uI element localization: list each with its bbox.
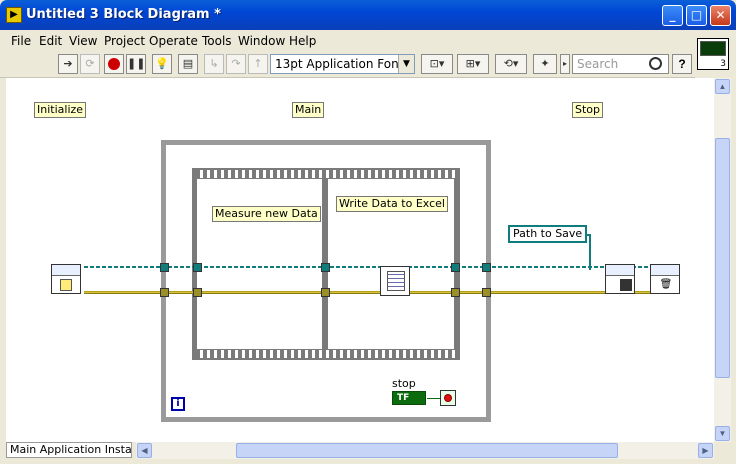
highlight-execution-icon[interactable]: 💡 xyxy=(152,54,172,74)
close-button[interactable]: ✕ xyxy=(710,5,731,26)
label-initialize[interactable]: Initialize xyxy=(34,102,87,118)
subvi-header xyxy=(606,265,634,276)
write-to-spreadsheet-subvi-icon[interactable] xyxy=(380,266,410,296)
file-icon xyxy=(60,279,72,291)
tunnel-loop-right-yellow[interactable] xyxy=(482,288,491,297)
label-main[interactable]: Main xyxy=(292,102,325,118)
horizontal-scrollbar[interactable]: ◀ ▶ xyxy=(136,442,714,459)
iteration-terminal[interactable]: i xyxy=(171,397,185,411)
application-instance-label[interactable]: Main Application Instance xyxy=(6,442,132,458)
sequence-sprocket-top xyxy=(196,170,456,178)
stop-sign-icon xyxy=(444,394,452,402)
reorder-icon[interactable]: ⟲▾ xyxy=(495,54,527,74)
toolbar: ➔ ⟳ ❚❚ 💡 ▤ ↳ ↷ ↑ 13pt Application Font ▼… xyxy=(0,51,695,78)
path-to-save-label: Path to Save xyxy=(513,227,583,240)
path-to-save-control[interactable]: Path to Save xyxy=(508,225,588,243)
path-wire-v xyxy=(589,234,591,270)
abort-icon[interactable] xyxy=(104,54,124,74)
distribute-objects-icon[interactable]: ⊞▾ xyxy=(457,54,489,74)
menu-bar: File Edit View Project Operate Tools Win… xyxy=(0,30,736,51)
scroll-left-icon[interactable]: ◀ xyxy=(137,443,152,458)
block-diagram-canvas[interactable]: Initialize Main Stop Measure new Data Wr… xyxy=(6,78,714,442)
retain-wire-values-icon[interactable]: ▤ xyxy=(178,54,198,74)
horizontal-scroll-thumb[interactable] xyxy=(236,443,618,458)
subvi-header xyxy=(52,265,80,276)
floppy-disk-icon xyxy=(620,279,632,291)
step-into-icon[interactable]: ↳ xyxy=(204,54,224,74)
minimize-button[interactable]: _ xyxy=(662,5,683,26)
menu-tools[interactable]: Tools xyxy=(202,34,232,48)
clean-up-diagram-icon[interactable]: ✦ xyxy=(533,54,557,74)
run-continuously-icon[interactable]: ⟳ xyxy=(80,54,100,74)
vertical-scrollbar[interactable]: ▲ ▼ xyxy=(714,78,731,442)
sequence-sprocket-bottom xyxy=(196,350,456,358)
sequence-frame-1[interactable] xyxy=(197,179,322,349)
scroll-right-icon[interactable]: ▶ xyxy=(698,443,713,458)
window-title: Untitled 3 Block Diagram * xyxy=(26,7,221,22)
tunnel-seq-right-teal[interactable] xyxy=(451,263,460,272)
labview-app-icon: ▶ xyxy=(6,7,22,23)
search-icon xyxy=(649,57,662,70)
label-stop[interactable]: Stop xyxy=(572,102,604,118)
title-bar[interactable]: ▶ Untitled 3 Block Diagram * _ □ ✕ xyxy=(0,0,736,30)
tunnel-seq-right-yellow[interactable] xyxy=(451,288,460,297)
trash-icon: 🗑 xyxy=(659,279,673,290)
step-over-icon[interactable]: ↷ xyxy=(226,54,246,74)
menu-file[interactable]: File xyxy=(11,34,31,48)
chevron-right-icon[interactable]: ▸ xyxy=(560,54,570,74)
scroll-up-icon[interactable]: ▲ xyxy=(715,79,730,94)
menu-window[interactable]: Window xyxy=(238,34,285,48)
tunnel-loop-left-teal[interactable] xyxy=(160,263,169,272)
label-write-data-to-excel[interactable]: Write Data to Excel xyxy=(336,196,448,212)
maximize-button[interactable]: □ xyxy=(686,5,707,26)
chevron-down-icon: ▼ xyxy=(398,55,414,73)
save-file-subvi-icon[interactable] xyxy=(605,264,635,294)
stop-boolean-terminal[interactable]: TF xyxy=(392,391,426,405)
status-bar: Main Application Instance ◀ ▶ xyxy=(6,442,714,459)
align-objects-icon[interactable]: ⊡▾ xyxy=(421,54,453,74)
run-arrow-icon[interactable]: ➔ xyxy=(58,54,78,74)
open-create-file-subvi-icon[interactable] xyxy=(51,264,81,294)
tunnel-loop-right-teal[interactable] xyxy=(482,263,491,272)
vi-icon[interactable]: 3 xyxy=(697,38,729,70)
vi-icon-number: 3 xyxy=(720,59,726,69)
tunnel-seq-mid-teal[interactable] xyxy=(321,263,330,272)
loop-condition-stop-icon[interactable] xyxy=(440,390,456,406)
menu-help[interactable]: Help xyxy=(289,34,316,48)
step-out-icon[interactable]: ↑ xyxy=(248,54,268,74)
stop-control-label[interactable]: stop xyxy=(392,377,416,390)
search-placeholder: Search xyxy=(577,57,619,71)
font-select-value: 13pt Application Font xyxy=(275,57,404,71)
subvi-header xyxy=(651,265,679,276)
tunnel-seq-mid-yellow[interactable] xyxy=(321,288,330,297)
label-measure-new-data[interactable]: Measure new Data xyxy=(212,206,321,222)
menu-view[interactable]: View xyxy=(69,34,97,48)
graph-icon xyxy=(700,41,726,56)
menu-project[interactable]: Project xyxy=(104,34,145,48)
spreadsheet-icon xyxy=(387,271,405,291)
close-file-subvi-icon[interactable]: 🗑 xyxy=(650,264,680,294)
search-input[interactable]: Search xyxy=(572,54,669,74)
tunnel-loop-left-yellow[interactable] xyxy=(160,288,169,297)
tunnel-seq-left-teal[interactable] xyxy=(193,263,202,272)
vertical-scroll-thumb[interactable] xyxy=(715,138,730,378)
tunnel-seq-left-yellow[interactable] xyxy=(193,288,202,297)
scroll-down-icon[interactable]: ▼ xyxy=(715,426,730,441)
menu-edit[interactable]: Edit xyxy=(39,34,62,48)
pause-icon[interactable]: ❚❚ xyxy=(126,54,146,74)
stop-wire xyxy=(427,398,440,399)
menu-operate[interactable]: Operate xyxy=(149,34,198,48)
font-select[interactable]: 13pt Application Font ▼ xyxy=(270,54,415,74)
context-help-button[interactable]: ? xyxy=(672,54,692,74)
